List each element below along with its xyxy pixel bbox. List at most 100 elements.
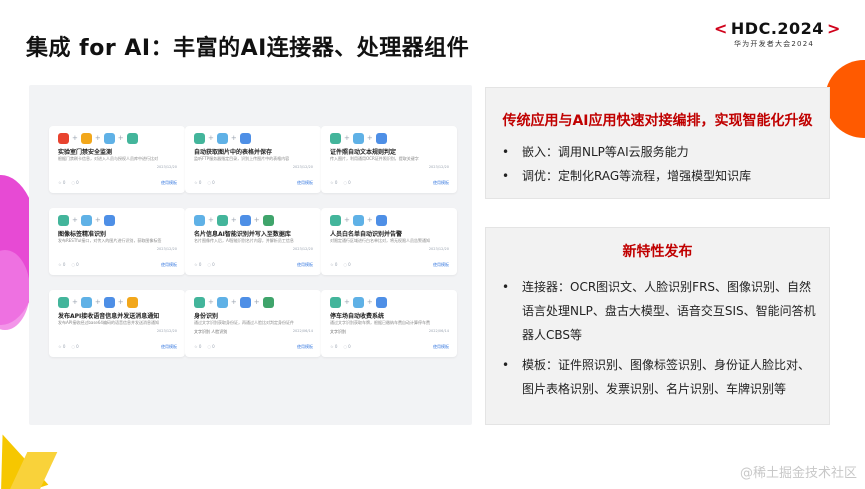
- card-title: 人员白名单自动识别并告警: [330, 231, 403, 238]
- connector-icons: + + +: [58, 296, 138, 308]
- card-stats: ☆ 0 ◌ 0: [330, 344, 351, 349]
- template-card[interactable]: + + 自动获取图片中的表格并保存 监听FTP服务器指定目录，识别上传图片中的表格内容…: [185, 126, 321, 193]
- template-card[interactable]: + + + 身份识别 通过文字识别获取身份证，再通过人脸比对判定身份证件 文字识别 人脸识…: [185, 290, 321, 357]
- comment-icon[interactable]: ◌ 0: [207, 344, 214, 349]
- like-count: 0: [62, 344, 66, 349]
- like-icon[interactable]: ☆ 0: [58, 344, 65, 349]
- template-card[interactable]: + + 图像标签精准识别 发布RESTful接口，对传入的图片进行识别，获取图像标签 2…: [49, 208, 185, 275]
- use-template-link[interactable]: 使用模板: [297, 180, 313, 186]
- card-description: 传入图片，利用通用OCR证件照识别，提取关键字: [330, 156, 419, 161]
- connector-app-icon: [58, 214, 69, 226]
- plus-icon: +: [344, 215, 350, 224]
- card-description: 通过文字识别获取车牌，根据已缴纳车费自动计算停车费: [330, 320, 430, 325]
- use-template-link[interactable]: 使用模板: [161, 180, 177, 186]
- plus-icon: +: [253, 215, 260, 224]
- connector-app-icon: [352, 132, 364, 144]
- panel-new-features: 新特性发布 连接器：OCR图识文、人脸识别FRS、图像识别、自然语言处理NLP、…: [485, 227, 830, 425]
- card-description: 通过文字识别获取身份证，再通过人脸比对判定身份证件: [194, 320, 294, 325]
- card-description: 监听FTP服务器指定目录，识别上传图片中的表格内容: [194, 156, 290, 161]
- connector-icons: + +: [330, 132, 387, 144]
- card-date: 2023/12/20: [428, 247, 449, 251]
- connector-app-icon: [239, 214, 251, 226]
- card-stats: ☆ 0 ◌ 0: [58, 262, 79, 267]
- like-icon[interactable]: ☆ 0: [58, 180, 65, 185]
- connector-app-icon: [216, 296, 228, 308]
- like-icon[interactable]: ☆ 0: [330, 344, 337, 349]
- connector-app-icon: [239, 132, 251, 144]
- brand-logo: < HDC.2024 > 华为开发者大会2024: [714, 19, 840, 49]
- card-title: 身份识别: [194, 313, 219, 320]
- card-stats: ☆ 0 ◌ 0: [58, 344, 79, 349]
- watermark: @稀土掘金技术社区: [739, 466, 857, 481]
- like-icon[interactable]: ☆ 0: [330, 180, 337, 185]
- panel-ai-integration: 传统应用与AI应用快速对接编排，实现智能化升级 嵌入：调用NLP等AI云服务能力…: [485, 87, 830, 199]
- card-date: 2022/06/14: [428, 329, 449, 333]
- connector-icons: + + +: [194, 296, 274, 308]
- use-template-link[interactable]: 使用模板: [297, 262, 313, 268]
- plus-icon: +: [366, 215, 373, 224]
- template-card[interactable]: + + + 发布API接收语音信息并发送消息通知 发布API接收经过base64编码的语…: [49, 290, 185, 357]
- comment-icon[interactable]: ◌ 0: [71, 262, 78, 267]
- template-card[interactable]: + + 人员白名单自动识别并告警 对限定通行区域进行白名单比对，将无权限人员告警通知 2…: [321, 208, 457, 275]
- card-date: 2022/06/14: [292, 329, 313, 333]
- like-icon[interactable]: ☆ 0: [330, 262, 337, 267]
- like-icon[interactable]: ☆ 0: [58, 262, 65, 267]
- plus-icon: +: [117, 297, 124, 306]
- card-title: 自动获取图片中的表格并保存: [194, 149, 273, 156]
- decor-orange-circle: [825, 60, 865, 138]
- template-card[interactable]: + + 证件照自动文本规则判定 传入图片，利用通用OCR证件照识别，提取关键字 2023…: [321, 126, 457, 193]
- panel-title: 传统应用与AI应用快速对接编排，实现智能化升级: [502, 113, 813, 129]
- brand-bracket-right: >: [826, 19, 841, 38]
- card-stats: ☆ 0 ◌ 0: [194, 180, 215, 185]
- connector-app-icon: [126, 132, 138, 144]
- plus-icon: +: [366, 297, 373, 306]
- use-template-link[interactable]: 使用模板: [433, 180, 449, 186]
- connector-app-icon: [330, 296, 341, 308]
- comment-icon[interactable]: ◌ 0: [71, 180, 78, 185]
- comment-count: 0: [348, 180, 351, 185]
- card-date: 2023/12/20: [156, 165, 177, 169]
- connector-icons: + + +: [58, 132, 138, 144]
- comment-icon[interactable]: ◌ 0: [343, 262, 350, 267]
- comment-icon[interactable]: ◌ 0: [207, 262, 214, 267]
- plus-icon: +: [344, 297, 350, 306]
- comment-count: 0: [76, 180, 79, 185]
- like-icon[interactable]: ☆ 0: [194, 180, 201, 185]
- comment-icon[interactable]: ◌ 0: [207, 180, 214, 185]
- connector-icons: + + +: [194, 214, 274, 226]
- connector-icons: + +: [330, 214, 387, 226]
- card-date: 2023/12/20: [156, 329, 177, 333]
- use-template-link[interactable]: 使用模板: [161, 262, 177, 268]
- comment-count: 0: [212, 344, 215, 349]
- connector-icons: + +: [194, 132, 251, 144]
- card-tags: 文字识别: [330, 329, 346, 334]
- template-card[interactable]: + + 停车场自动收费系统 通过文字识别获取车牌，根据已缴纳车费自动计算停车费 文字识别…: [321, 290, 457, 357]
- connector-icons: + +: [330, 296, 387, 308]
- connector-app-icon: [352, 214, 364, 226]
- brand-name-text: HDC.2024: [730, 19, 824, 38]
- like-count: 0: [198, 180, 202, 185]
- comment-icon[interactable]: ◌ 0: [343, 344, 350, 349]
- use-template-link[interactable]: 使用模板: [161, 344, 177, 350]
- comment-icon[interactable]: ◌ 0: [71, 344, 78, 349]
- comment-count: 0: [212, 180, 215, 185]
- like-icon[interactable]: ☆ 0: [194, 344, 201, 349]
- card-description: 发布RESTful接口，对传入的图片进行识别，获取图像标签: [58, 238, 162, 243]
- use-template-link[interactable]: 使用模板: [297, 344, 313, 350]
- card-stats: ☆ 0 ◌ 0: [58, 180, 79, 185]
- plus-icon: +: [72, 133, 78, 142]
- bullet-item: 连接器：OCR图识文、人脸识别FRS、图像识别、自然语言处理NLP、盘古大模型、…: [502, 275, 821, 347]
- use-template-link[interactable]: 使用模板: [433, 344, 449, 350]
- comment-count: 0: [348, 344, 351, 349]
- use-template-link[interactable]: 使用模板: [433, 262, 449, 268]
- template-card[interactable]: + + + 实验室门禁安全监测 根据门禁刷卡信息，对进入人员与授权人员库中进行比对 202…: [49, 126, 185, 193]
- connector-app-icon: [103, 214, 115, 226]
- bullet-item: 嵌入：调用NLP等AI云服务能力: [502, 140, 821, 164]
- comment-icon[interactable]: ◌ 0: [343, 180, 350, 185]
- connector-app-icon: [262, 214, 274, 226]
- connector-app-icon: [262, 296, 274, 308]
- card-title: 发布API接收语音信息并发送消息通知: [58, 313, 160, 320]
- template-card[interactable]: + + + 名片信息AI智能识别并写入至数据库 名片图像传入后，AI智能识别名片内容，并…: [185, 208, 321, 275]
- connector-app-icon: [126, 296, 138, 308]
- like-icon[interactable]: ☆ 0: [194, 262, 201, 267]
